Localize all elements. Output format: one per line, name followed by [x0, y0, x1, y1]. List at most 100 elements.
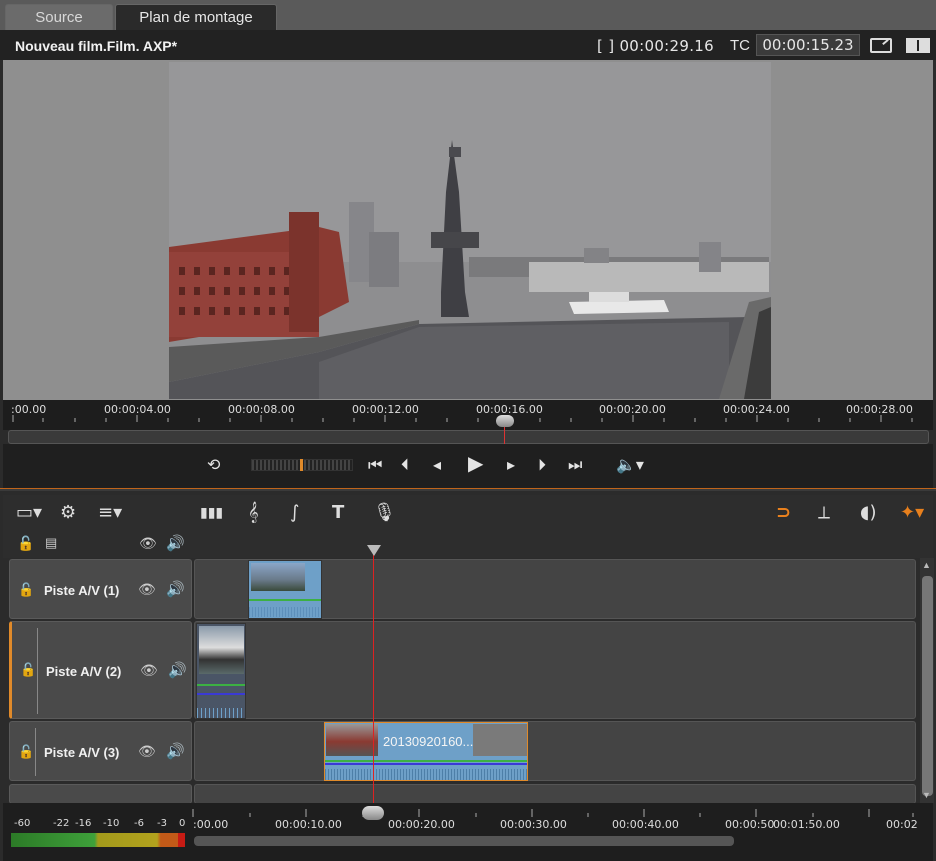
track-header-row: 🔓 ▤ 👁 🔊 — [3, 531, 933, 558]
vu-label: -3 — [157, 818, 167, 829]
duration-readout: [ ] 00:00:29.16 — [597, 37, 714, 55]
prev-frame-icon[interactable]: ⏴ — [401, 456, 409, 474]
play-icon[interactable]: ▶ — [468, 453, 483, 473]
speaker-icon[interactable]: 🔊 — [168, 661, 187, 679]
ruler-label: 00:00:08.00 — [228, 403, 295, 416]
track-header-4[interactable] — [9, 784, 192, 804]
microphone-icon[interactable]: 🎙 — [373, 503, 396, 523]
step-forward-icon[interactable]: ▸ — [507, 456, 515, 474]
clip-waveform — [249, 607, 321, 617]
timecode-label: TC — [730, 37, 750, 54]
eye-icon[interactable]: 👁 — [140, 662, 158, 679]
video-frame — [169, 62, 771, 399]
speaker-icon[interactable]: 🔊 — [166, 742, 185, 760]
video-frame-image — [169, 62, 771, 399]
ruler-label: 00:00:24.00 — [723, 403, 790, 416]
vu-label: -60 — [14, 818, 31, 829]
timeline-bottom-ruler — [3, 803, 933, 861]
clip-audio-line — [197, 684, 245, 686]
transition-icon[interactable]: ∫ — [290, 503, 299, 523]
skip-start-icon[interactable]: ⏮ — [368, 456, 382, 474]
lock-icon[interactable]: 🔓 — [17, 535, 34, 552]
step-back-icon[interactable]: ◂ — [433, 456, 441, 474]
timeline-toolbar — [3, 495, 933, 531]
ruler-label: 00:00:40.00 — [612, 818, 679, 831]
track-body-2[interactable] — [194, 621, 916, 719]
panel-divider[interactable] — [0, 488, 936, 491]
lock-icon[interactable]: 🔓 — [18, 582, 34, 598]
ruler-label: 00:00:12.00 — [352, 403, 419, 416]
timeline-playhead-line — [373, 553, 374, 806]
lock-icon[interactable]: 🔓 — [20, 662, 36, 678]
track-header-1[interactable]: 🔓 Piste A/V (1) 👁 🔊 — [9, 559, 192, 619]
preview-ruler[interactable]: :00.00 00:00:04.00 00:00:08.00 00:00:12.… — [3, 400, 933, 430]
preview-scrubber[interactable] — [8, 430, 929, 444]
track-name: Piste A/V (2) — [46, 664, 122, 679]
tab-bar: Source Plan de montage — [0, 0, 936, 30]
track-body-1[interactable] — [194, 559, 916, 619]
speaker-icon[interactable]: 🔊 — [166, 534, 185, 552]
timeline-playhead-marker[interactable] — [367, 545, 381, 556]
settings-gear-icon[interactable]: ⚙ — [60, 503, 76, 523]
ruler-label: 00:00:16.00 — [476, 403, 543, 416]
vu-label: -22 — [53, 818, 70, 829]
tab-timeline[interactable]: Plan de montage — [115, 4, 277, 30]
timeline-view-icon[interactable]: ▭▾ — [16, 503, 42, 523]
clip-thumbnail — [326, 724, 378, 756]
vu-label: 0 — [179, 818, 186, 829]
player-title-bar: Nouveau film.Film. AXP* [ ] 00:00:29.16 … — [0, 30, 936, 60]
tab-source[interactable]: Source — [5, 4, 113, 30]
horizontal-scrollbar[interactable] — [194, 836, 734, 846]
scroll-up-icon[interactable]: ▲ — [922, 560, 931, 570]
dual-view-icon[interactable] — [906, 38, 930, 53]
bottom-ruler-ticks — [192, 809, 914, 817]
video-clip[interactable] — [248, 560, 322, 619]
volume-icon[interactable]: 🔈▾ — [616, 456, 644, 474]
ruler-label: 00:02 — [886, 818, 918, 831]
jog-shuttle-marker[interactable] — [300, 459, 303, 471]
eye-icon[interactable]: 👁 — [138, 743, 156, 760]
split-icon[interactable]: ⟂ — [818, 503, 830, 523]
timecode-field[interactable]: 00:00:15.23 — [756, 34, 860, 56]
track-body-3[interactable]: 20130920160... — [194, 721, 916, 781]
preview-playhead-handle[interactable] — [496, 415, 514, 427]
video-clip[interactable] — [196, 623, 246, 719]
vu-label: -10 — [103, 818, 120, 829]
ruler-label: 00:01:50.00 — [773, 818, 840, 831]
eye-icon[interactable]: 👁 — [139, 535, 157, 552]
title-text-icon[interactable]: T — [332, 503, 344, 523]
external-preview-icon[interactable] — [870, 38, 892, 53]
track-size-icon[interactable]: ≡▾ — [98, 503, 122, 523]
add-track-icon[interactable]: ▤ — [45, 535, 57, 551]
video-clip-selected[interactable]: 20130920160... — [324, 722, 528, 781]
next-frame-icon[interactable]: ⏵ — [538, 456, 546, 474]
music-icon[interactable]: 𝄞 — [248, 503, 259, 523]
clip-waveform — [325, 769, 527, 780]
audio-scrub-icon[interactable]: ◖) — [860, 503, 877, 523]
clip-audio-line — [197, 693, 245, 695]
ruler-label: 00:00:04.00 — [104, 403, 171, 416]
loop-icon[interactable]: ⟲ — [207, 456, 220, 474]
track-header-2[interactable]: 🔓 Piste A/V (2) 👁 🔊 — [9, 621, 192, 719]
speaker-icon[interactable]: 🔊 — [166, 580, 185, 598]
track-body-4[interactable] — [194, 784, 916, 804]
clip-waveform — [197, 708, 245, 718]
track-header-3[interactable]: 🔓 Piste A/V (3) 👁 🔊 — [9, 721, 192, 781]
lock-icon[interactable]: 🔓 — [18, 744, 34, 760]
vu-label: -6 — [134, 818, 144, 829]
audio-mixer-icon[interactable]: ▮▮▮ — [200, 503, 223, 523]
clip-label: 20130920160... — [383, 734, 474, 749]
scroll-down-icon[interactable]: ▼ — [922, 790, 931, 800]
vertical-scroll-thumb[interactable] — [922, 576, 933, 796]
magnet-icon[interactable]: ⊃ — [776, 503, 791, 523]
eye-icon[interactable]: 👁 — [138, 581, 156, 598]
ruler-label: 00:00:30.00 — [500, 818, 567, 831]
ruler-label: 00:00:20.00 — [599, 403, 666, 416]
project-title: Nouveau film.Film. AXP* — [15, 38, 178, 54]
clip-thumbnail — [251, 563, 305, 591]
audio-level-meter — [11, 833, 185, 847]
skip-end-icon[interactable]: ⏭ — [568, 456, 582, 474]
timeline-playhead-handle[interactable] — [362, 806, 384, 820]
ruler-label: 00:00:50 — [725, 818, 775, 831]
magic-wand-icon[interactable]: ✦▾ — [900, 503, 924, 523]
